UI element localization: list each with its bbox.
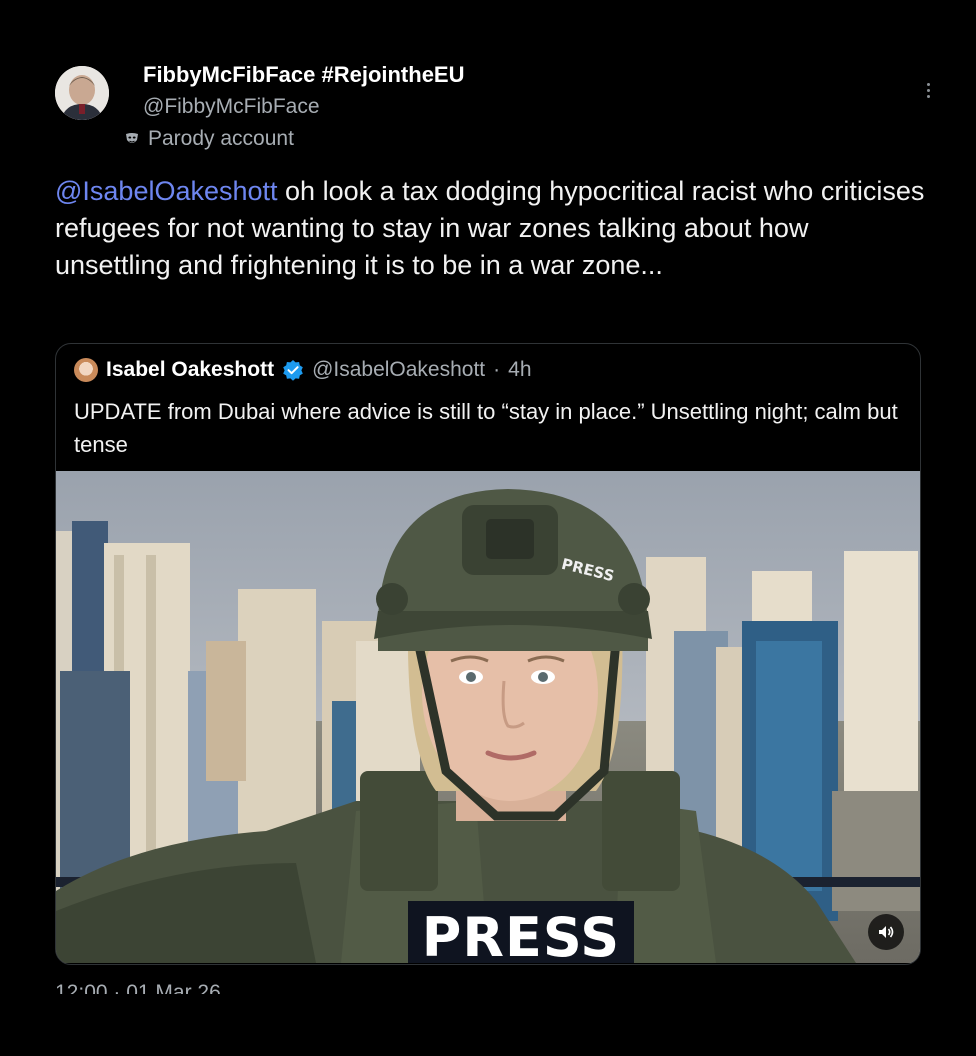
quoted-tweet-header: Isabel Oakeshott @IsabelOakeshott · 4h: [74, 358, 532, 382]
more-vertical-icon[interactable]: [918, 78, 938, 102]
quoted-tweet-image[interactable]: PRESS PRESS: [56, 471, 920, 963]
vest-press-label: PRESS: [408, 901, 634, 963]
quoted-meta-separator: ·: [493, 358, 501, 381]
quoted-author-name[interactable]: Isabel Oakeshott: [106, 358, 274, 382]
tweet-text: @IsabelOakeshott oh look a tax dodging h…: [55, 173, 925, 284]
author-avatar[interactable]: [55, 66, 109, 120]
parody-account-label: Parody account: [124, 127, 294, 151]
author-handle[interactable]: @FibbyMcFibFace: [143, 95, 320, 119]
quoted-author-handle[interactable]: @IsabelOakeshott: [312, 358, 485, 382]
author-display-name[interactable]: FibbyMcFibFace #RejointheEU: [143, 62, 465, 88]
mention-link[interactable]: @IsabelOakeshott: [55, 176, 278, 206]
verified-badge-icon: [283, 360, 303, 381]
speaker-icon: [879, 926, 894, 938]
quoted-tweet-card[interactable]: Isabel Oakeshott @IsabelOakeshott · 4h U…: [55, 343, 921, 965]
parody-account-text: Parody account: [148, 127, 294, 150]
tweet-timestamp[interactable]: 12:00 · 01 Mar 26: [55, 978, 221, 994]
photo-scene: [56, 471, 920, 963]
parody-mask-icon: [126, 133, 138, 143]
mute-toggle-button[interactable]: [868, 914, 904, 950]
quoted-tweet-text: UPDATE from Dubai where advice is still …: [74, 399, 898, 457]
quoted-author-avatar[interactable]: [74, 358, 98, 382]
quoted-tweet-age: 4h: [508, 358, 532, 381]
